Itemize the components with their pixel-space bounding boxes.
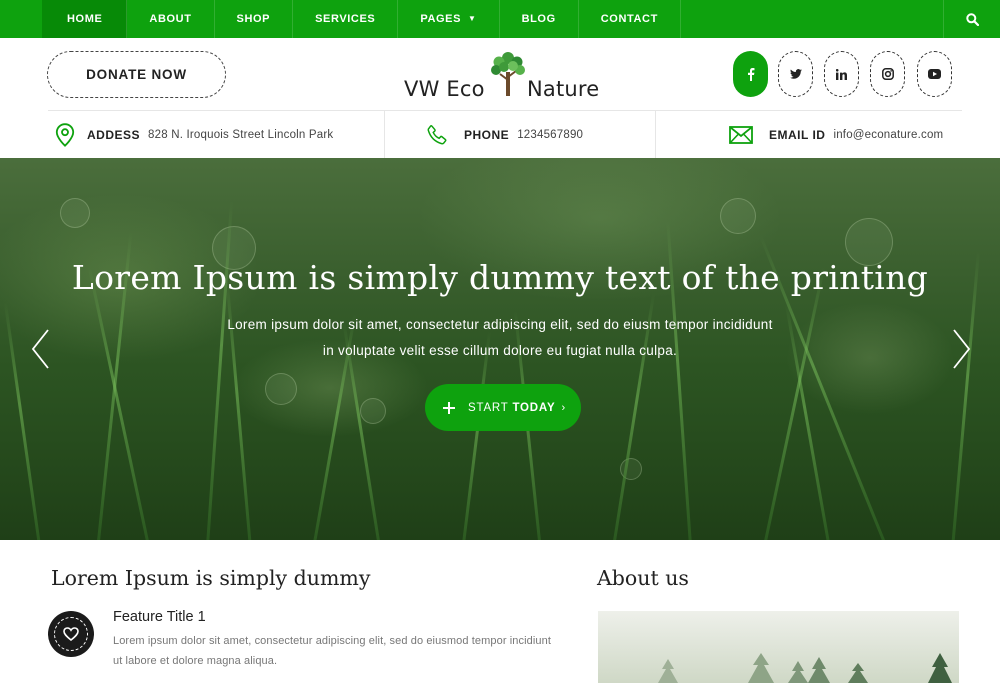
twitter-icon [789,69,802,79]
nav-shop-label: SHOP [236,13,271,25]
nav-blog[interactable]: BLOG [500,0,579,38]
nav-services[interactable]: SERVICES [293,0,399,38]
heart-icon [63,627,79,641]
bokeh-decoration [720,198,756,234]
instagram-button[interactable] [870,51,905,97]
nav-services-label: SERVICES [315,13,376,25]
nav-contact[interactable]: CONTACT [579,0,681,38]
instagram-icon [881,68,894,80]
email-label: EMAIL ID [769,127,826,142]
hero-subtitle-line2: in voluptate velit esse cillum dolore eu… [322,343,678,358]
facebook-icon [747,67,754,81]
nav-shop[interactable]: SHOP [215,0,294,38]
nav-home[interactable]: HOME [42,0,128,38]
feature-icon-badge [48,611,94,657]
plus-icon [440,399,458,417]
search-icon [965,12,979,26]
feature-text-line2: ut labore et dolore magna aliqua. [113,655,278,667]
donate-label: DONATE NOW [86,67,187,82]
chevron-down-icon: ▼ [468,13,477,23]
bokeh-decoration [265,373,297,405]
tree-logo-icon [491,52,525,96]
slider-next-arrow[interactable] [952,328,972,370]
phone-info: PHONE 1234567890 [385,111,656,158]
linkedin-button[interactable] [824,51,859,97]
about-forest-image [598,611,959,683]
about-section-title: About us [597,566,689,590]
feature-title: Feature Title 1 [113,609,206,625]
cta-bold: TODAY [512,401,556,414]
location-pin-icon [55,122,75,147]
logo-text-left: VW Eco [404,77,485,101]
address-info: ADDESS 828 N. Iroquois Street Lincoln Pa… [48,111,385,158]
phone-icon [427,124,447,144]
feature-icon-ring [54,617,88,651]
nav-spacer [681,0,944,38]
nav-pages-label: PAGES [420,13,462,25]
envelope-icon [729,125,753,144]
chevron-right-icon: › [561,401,566,414]
feature-text-line1: Lorem ipsum dolor sit amet, consectetur … [113,635,552,647]
contact-info-bar: ADDESS 828 N. Iroquois Street Lincoln Pa… [48,110,962,158]
address-value: 828 N. Iroquois Street Lincoln Park [148,128,334,141]
twitter-button[interactable] [778,51,813,97]
phone-label: PHONE [464,127,510,142]
hero-slider: Lorem Ipsum is simply dummy text of the … [0,158,1000,540]
bokeh-decoration [60,198,90,228]
pine-trees-image [598,611,959,683]
logo-text-right: Nature [527,77,600,101]
linkedin-icon [836,68,847,80]
start-today-button[interactable]: START TODAY › [425,384,581,431]
email-info: EMAIL ID info@econature.com [656,111,962,158]
nav-about[interactable]: ABOUT [127,0,215,38]
phone-value: 1234567890 [517,128,584,141]
nav-contact-label: CONTACT [600,13,658,25]
donate-now-button[interactable]: DONATE NOW [47,51,226,98]
grass-blade [460,331,492,540]
features-section-title: Lorem Ipsum is simply dummy [51,566,371,590]
site-logo[interactable]: VW Eco Nature [404,50,604,102]
slider-prev-arrow[interactable] [30,328,50,370]
start-today-label: START TODAY [468,402,555,414]
nav-pages[interactable]: PAGES ▼ [398,0,500,38]
nav-home-label: HOME [67,13,103,25]
hero-subtitle-line1: Lorem ipsum dolor sit amet, consectetur … [227,317,773,332]
search-button[interactable] [944,0,1000,38]
youtube-icon [928,69,941,79]
nav-about-label: ABOUT [149,13,192,25]
address-label: ADDESS [87,127,141,142]
grass-blade [87,266,153,540]
bokeh-decoration [360,398,386,424]
youtube-button[interactable] [917,51,952,97]
nav-blog-label: BLOG [521,13,556,25]
facebook-button[interactable] [733,51,768,97]
email-value: info@econature.com [833,128,944,141]
main-navigation: HOME ABOUT SHOP SERVICES PAGES ▼ BLOG CON… [0,0,1000,38]
cta-prefix: START [468,401,509,414]
hero-title: Lorem Ipsum is simply dummy text of the … [71,258,929,297]
grass-blade [760,266,826,540]
